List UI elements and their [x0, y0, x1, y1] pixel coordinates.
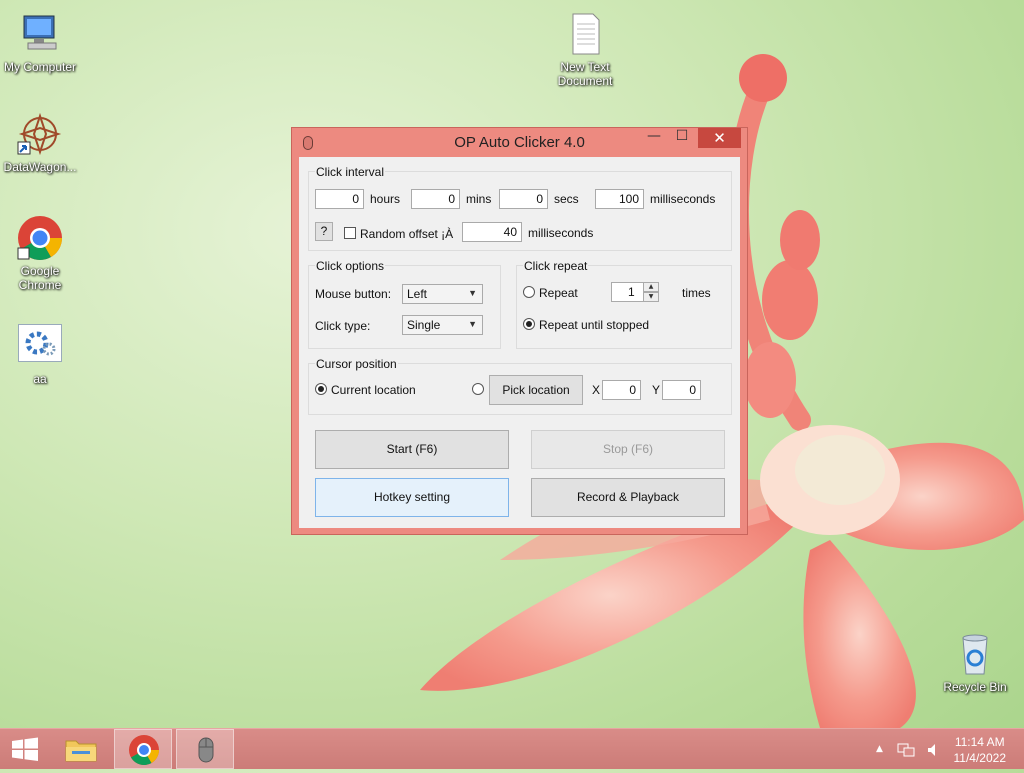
tray-show-hidden-icons[interactable]: ▲ — [876, 744, 883, 754]
y-input[interactable]: 0 — [662, 380, 701, 400]
click-type-label: Click type: — [315, 319, 371, 333]
taskbar-op-auto-clicker[interactable] — [176, 729, 234, 769]
chevron-down-icon: ▼ — [468, 288, 477, 298]
milliseconds-input[interactable]: 100 — [595, 189, 644, 209]
click-options-group — [308, 265, 501, 349]
milliseconds-label: milliseconds — [650, 192, 716, 206]
hours-label: hours — [370, 192, 401, 206]
current-location-label: Current location — [331, 383, 416, 397]
desktop-icon-label: My Computer — [3, 60, 77, 74]
pick-location-button[interactable]: Pick location — [489, 375, 583, 405]
chrome-icon — [129, 735, 159, 766]
taskbar: ▲ 11:14 AM 11/4/2022 — [0, 728, 1024, 769]
computer-icon — [16, 10, 64, 58]
click-repeat-label: Click repeat — [523, 259, 589, 273]
taskbar-file-explorer[interactable] — [52, 729, 110, 769]
times-label: times — [682, 286, 711, 300]
offset-ms-label: milliseconds — [528, 226, 594, 240]
help-button[interactable]: ? — [315, 222, 333, 241]
pick-location-radio[interactable] — [472, 383, 484, 395]
x-label: X — [592, 383, 601, 397]
stop-button[interactable]: Stop (F6) — [531, 430, 725, 469]
folder-icon — [65, 740, 97, 762]
desktop-icon-new-text-document[interactable]: New Text Document — [545, 10, 625, 88]
mouse-button-select[interactable]: Left ▼ — [402, 284, 483, 304]
minimize-button[interactable]: — — [640, 128, 668, 148]
secs-input[interactable]: 0 — [499, 189, 548, 209]
x-input[interactable]: 0 — [602, 380, 641, 400]
cursor-position-label: Cursor position — [315, 357, 398, 371]
click-options-label: Click options — [315, 259, 386, 273]
secs-label: secs — [554, 192, 579, 206]
op-auto-clicker-window: OP Auto Clicker 4.0 — ☐ ✕ Click interval… — [291, 127, 748, 535]
close-button[interactable]: ✕ — [698, 128, 741, 148]
mins-input[interactable]: 0 — [411, 189, 460, 209]
click-repeat-group — [516, 265, 732, 349]
hours-input[interactable]: 0 — [315, 189, 364, 209]
start-button-windows[interactable] — [0, 729, 50, 769]
random-offset-label: Random offset ¡À — [360, 227, 454, 241]
click-type-value: Single — [407, 318, 441, 332]
offset-ms-input[interactable]: 40 — [462, 222, 522, 242]
window-titlebar[interactable]: OP Auto Clicker 4.0 — ☐ ✕ — [292, 128, 747, 158]
mouse-button-label: Mouse button: — [315, 287, 392, 301]
chevron-down-icon: ▼ — [468, 319, 477, 329]
click-type-select[interactable]: Single ▼ — [402, 315, 483, 335]
y-label: Y — [652, 383, 661, 397]
datawagon-icon — [16, 110, 64, 158]
text-document-icon — [561, 10, 609, 58]
hotkey-setting-button[interactable]: Hotkey setting — [315, 478, 509, 517]
network-icon[interactable] — [897, 742, 915, 761]
desktop-icon-label: Google Chrome — [18, 264, 62, 292]
taskbar-chrome[interactable] — [114, 729, 172, 769]
desktop-icon-recycle-bin[interactable]: Recycle Bin — [935, 630, 1015, 694]
repeat-count-spinner[interactable]: ▲ ▼ — [643, 282, 659, 302]
desktop-icon-label: New Text Document — [557, 60, 613, 88]
clock-time: 11:14 AM — [954, 735, 1005, 749]
recycle-bin-icon — [951, 630, 999, 678]
mins-label: mins — [466, 192, 492, 206]
volume-icon[interactable] — [926, 742, 940, 761]
window-client-area: Click interval 0 hours 0 mins 0 secs 100… — [299, 157, 740, 528]
click-interval-label: Click interval — [315, 165, 386, 179]
desktop-icon-label: Recycle Bin — [943, 680, 1007, 694]
repeat-radio[interactable] — [523, 286, 535, 298]
spin-up-icon[interactable]: ▲ — [643, 282, 659, 292]
chrome-icon — [16, 214, 64, 262]
random-offset-checkbox[interactable] — [344, 227, 356, 239]
record-playback-button[interactable]: Record & Playback — [531, 478, 725, 517]
clock-date: 11/4/2022 — [953, 751, 1007, 765]
mouse-button-value: Left — [407, 287, 428, 301]
mouse-icon — [198, 737, 214, 763]
repeat-until-stopped-radio[interactable] — [523, 318, 535, 330]
desktop-icon-label: aa — [33, 372, 47, 386]
repeat-until-stopped-label: Repeat until stopped — [539, 318, 650, 332]
current-location-radio[interactable] — [315, 383, 327, 395]
taskbar-clock[interactable]: 11:14 AM 11/4/2022 — [954, 734, 1007, 766]
settings-gear-icon — [18, 324, 62, 362]
desktop-icon-google-chrome[interactable]: Google Chrome — [0, 214, 80, 292]
start-button[interactable]: Start (F6) — [315, 430, 509, 469]
desktop-icon-label: DataWagon... — [3, 160, 77, 174]
windows-logo-icon — [12, 737, 38, 761]
desktop-icon-datawagon[interactable]: DataWagon... — [0, 110, 80, 174]
spin-down-icon[interactable]: ▼ — [643, 292, 659, 302]
maximize-button[interactable]: ☐ — [668, 128, 696, 148]
desktop-icon-my-computer[interactable]: My Computer — [0, 10, 80, 74]
repeat-label: Repeat — [539, 286, 578, 300]
desktop-icon-aa[interactable]: aa — [0, 324, 80, 386]
